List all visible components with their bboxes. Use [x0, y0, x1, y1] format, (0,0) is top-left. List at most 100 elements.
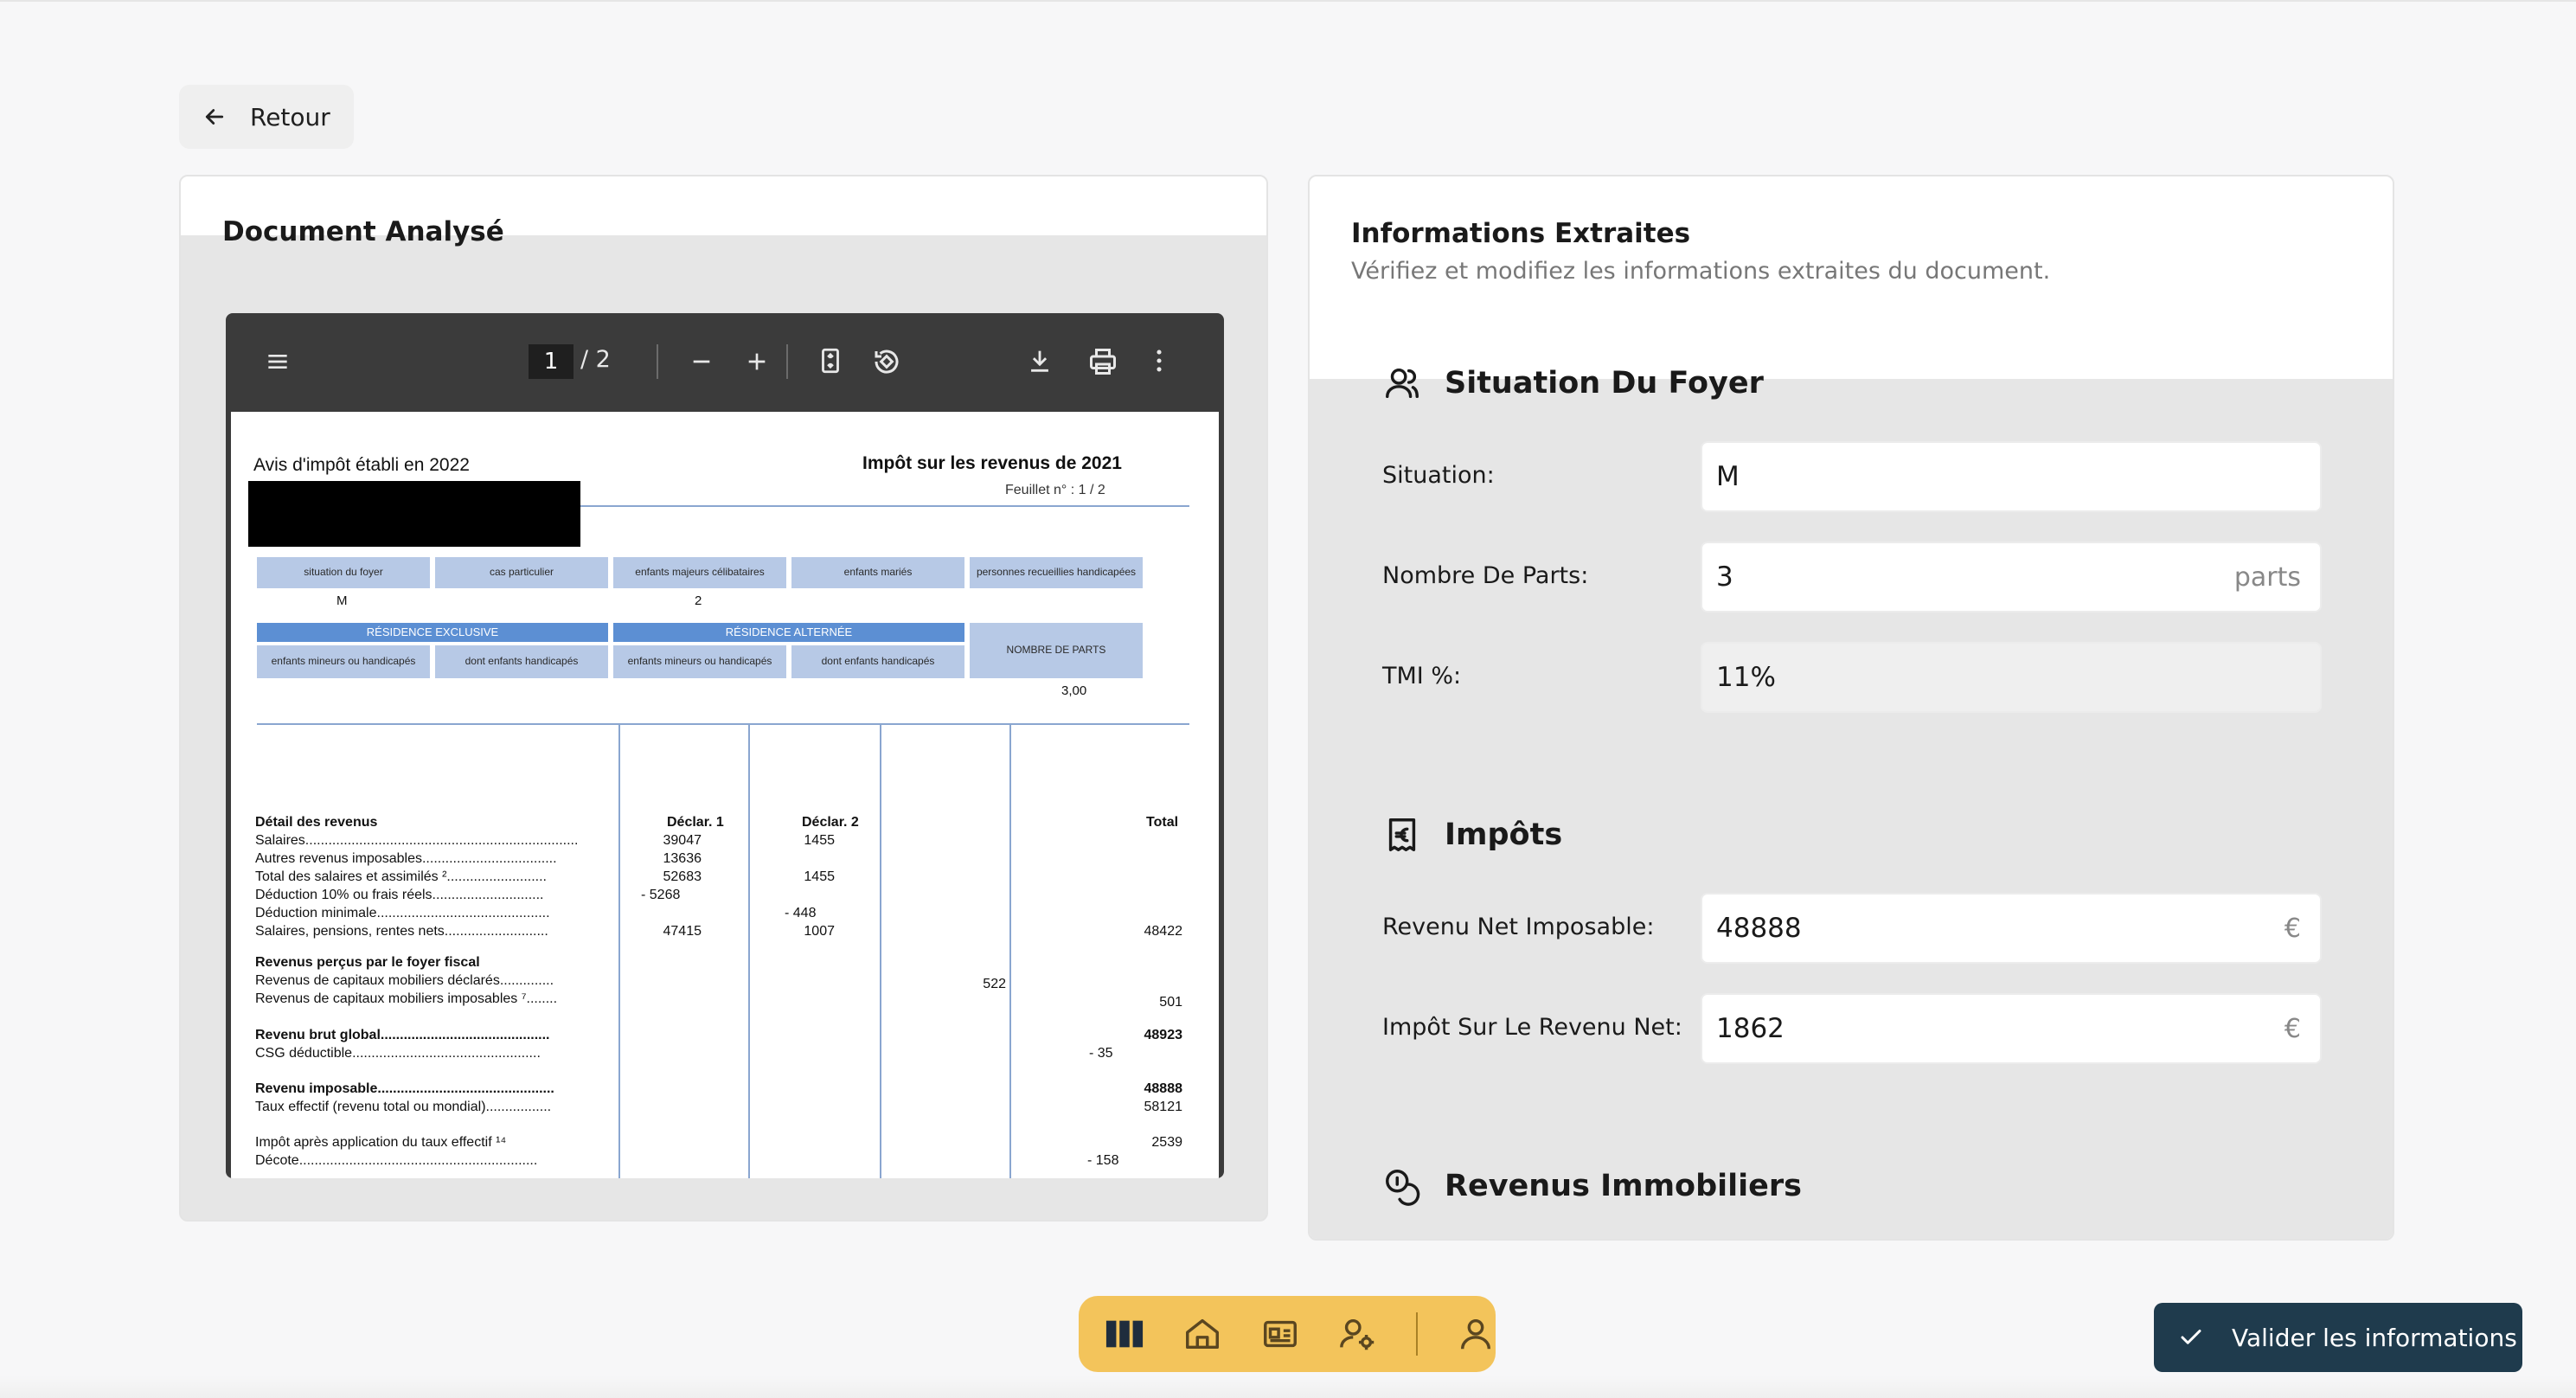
doc-line-label: Déduction 10% ou frais réels............…	[255, 888, 544, 902]
home-icon[interactable]	[1182, 1314, 1222, 1354]
doc-line-label: Salaires, pensions, rentes nets.........…	[255, 924, 548, 939]
currency-suffix: €	[2284, 913, 2301, 944]
doc-cell: enfants mineurs ou handicapés	[257, 645, 430, 678]
doc-cell: dont enfants handicapés	[435, 645, 608, 678]
rni-field[interactable]: 48888 €	[1701, 893, 2322, 964]
doc-header-left: Avis d'impôt établi en 2022	[253, 455, 470, 475]
doc-value: 48422	[1144, 924, 1183, 939]
parts-field[interactable]: 3 parts	[1701, 542, 2322, 612]
top-border	[0, 0, 2576, 2]
doc-header-right: Impôt sur les revenus de 2021	[862, 453, 1122, 473]
doc-value: 501	[1159, 995, 1182, 1010]
minus-icon[interactable]	[688, 348, 715, 375]
download-icon[interactable]	[1025, 346, 1054, 375]
fit-page-icon[interactable]	[816, 346, 845, 375]
situation-field[interactable]: M	[1701, 441, 2322, 512]
doc-cell: NOMBRE DE PARTS	[970, 623, 1143, 678]
doc-cell: enfants mineurs ou handicapés	[613, 645, 786, 678]
validate-label: Valider les informations	[2232, 1323, 2517, 1352]
doc-column-line	[880, 725, 881, 1178]
doc-value: - 5268	[641, 888, 681, 902]
receipt-euro-icon	[1388, 818, 1416, 851]
doc-line-label: Revenus de capitaux mobiliers imposables…	[255, 991, 558, 1006]
doc-value: 13636	[663, 851, 702, 866]
doc-cell: situation du foyer	[257, 557, 430, 588]
situation-value: M	[1716, 461, 1740, 492]
parts-label: Nombre De Parts:	[1382, 562, 1589, 589]
doc-cell: dont enfants handicapés	[791, 645, 964, 678]
user-icon[interactable]	[1456, 1314, 1496, 1354]
doc-value: - 448	[785, 906, 817, 920]
doc-value: 522	[983, 977, 1006, 991]
check-icon	[2181, 1330, 2201, 1344]
doc-line-label: Revenus de capitaux mobiliers déclarés..…	[255, 973, 554, 988]
doc-value: 1455	[804, 833, 835, 848]
doc-value: 2539	[1151, 1135, 1182, 1150]
doc-value: 2	[695, 593, 702, 608]
doc-line-label: Détail des revenus	[255, 815, 378, 830]
coins-icon	[1386, 1170, 1420, 1206]
irn-value: 1862	[1716, 1013, 1785, 1044]
extracted-info-panel: Informations Extraites Vérifiez et modif…	[1308, 175, 2394, 1241]
validate-button[interactable]: Valider les informations	[2154, 1303, 2522, 1372]
dock-divider	[1416, 1312, 1418, 1356]
page-total: / 2	[580, 346, 611, 373]
doc-cell: cas particulier	[435, 557, 608, 588]
back-button[interactable]: Retour	[179, 85, 354, 149]
more-vertical-icon[interactable]	[1144, 346, 1174, 375]
doc-value: 1455	[804, 869, 835, 884]
situation-label: Situation:	[1382, 462, 1495, 489]
currency-suffix: €	[2284, 1013, 2301, 1044]
plus-icon[interactable]	[743, 348, 771, 375]
doc-line-label: Total des salaires et assimilés ².......…	[255, 869, 547, 884]
doc-value: - 158	[1087, 1153, 1119, 1168]
doc-col-header: Déclar. 2	[802, 815, 859, 830]
section-immo-header: Revenus Immobiliers	[1382, 1166, 1802, 1206]
doc-rule	[257, 723, 1189, 725]
doc-cell: enfants majeurs célibataires	[613, 557, 786, 588]
doc-cell: enfants mariés	[791, 557, 964, 588]
extracted-info-title: Informations Extraites	[1351, 218, 1691, 249]
back-label: Retour	[250, 102, 330, 131]
arrow-left-icon	[205, 109, 224, 125]
doc-value: M	[336, 593, 348, 608]
doc-rule	[580, 505, 1189, 507]
pdf-viewer[interactable]: 1 / 2 Avis d'impôt établi en 2022 Impôt …	[226, 313, 1224, 1178]
doc-feuillet: Feuillet n° : 1 / 2	[1005, 483, 1105, 497]
document-panel-title: Document Analysé	[222, 216, 504, 247]
doc-line-label: Impôt après application du taux effectif…	[255, 1135, 507, 1150]
doc-cell: personnes recueillies handicapées	[970, 557, 1143, 588]
doc-value: 58121	[1144, 1100, 1183, 1114]
parts-value: 3	[1716, 561, 1733, 593]
parts-suffix: parts	[2233, 561, 2301, 593]
id-card-icon[interactable]	[1260, 1314, 1300, 1354]
section-foyer-header: Situation Du Foyer	[1382, 363, 1764, 403]
page-number-input[interactable]: 1	[529, 344, 574, 379]
irn-field[interactable]: 1862 €	[1701, 993, 2322, 1064]
tmi-field[interactable]: 11%	[1701, 642, 2322, 713]
doc-column-line	[618, 725, 620, 1178]
user-gear-icon[interactable]	[1338, 1314, 1378, 1354]
pdf-toolbar: 1 / 2	[226, 313, 1224, 410]
doc-line-label: Déduction minimale......................…	[255, 906, 550, 920]
doc-line-label: CSG déductible..........................…	[255, 1046, 541, 1061]
redaction-block	[248, 481, 580, 547]
columns-icon[interactable]	[1105, 1314, 1144, 1354]
menu-icon[interactable]	[264, 348, 292, 375]
rotate-icon[interactable]	[871, 346, 902, 377]
bottom-fade	[0, 1376, 2576, 1398]
bottom-dock	[1079, 1296, 1496, 1372]
doc-line-label: Autres revenus imposables...............…	[255, 851, 557, 866]
doc-column-line	[748, 725, 750, 1178]
doc-cell: RÉSIDENCE ALTERNÉE	[613, 623, 964, 642]
extracted-info-subtitle: Vérifiez et modifiez les informations ex…	[1351, 258, 2051, 285]
section-impots-title: Impôts	[1445, 818, 1563, 852]
toolbar-divider	[786, 344, 788, 379]
doc-value: 39047	[663, 833, 702, 848]
section-foyer-title: Situation Du Foyer	[1445, 366, 1764, 401]
print-icon[interactable]	[1087, 346, 1118, 377]
doc-value: 47415	[663, 924, 702, 939]
doc-col-header: Total	[1146, 815, 1179, 830]
doc-col-header: Déclar. 1	[667, 815, 724, 830]
doc-value: 1007	[804, 924, 835, 939]
